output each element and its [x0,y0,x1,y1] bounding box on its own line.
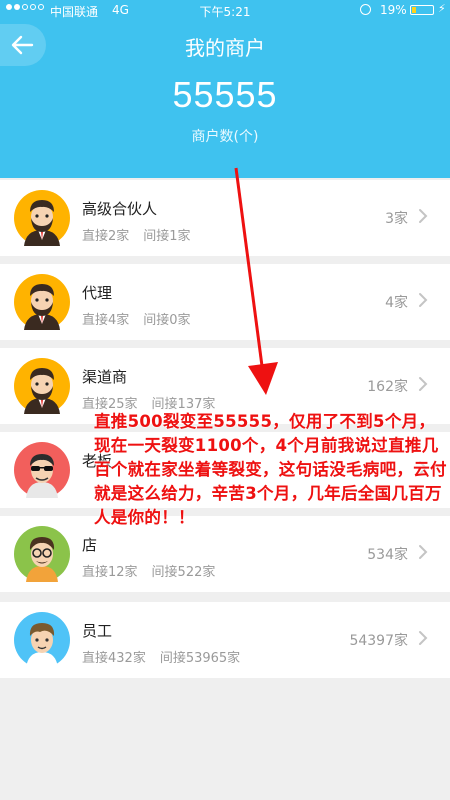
direct-count: 直接4家 [82,313,130,328]
employee-avatar-icon [14,612,70,668]
merchant-level-name: 店 [82,536,98,554]
indirect-count: 间接53965家 [159,651,241,666]
merchant-level-name: 高级合伙人 [82,200,158,218]
charging-icon: ⚡ [438,2,446,15]
total-merchant-count: 55555 [172,74,278,115]
businessman-avatar-icon [14,274,70,330]
glasses-avatar-icon [14,526,70,582]
merchant-total-count: 4家 [385,295,408,311]
total-merchant-label: 商户数(个) [191,129,259,145]
status-bar: 中国联通 4G 下午5:21 19% ⚡ [0,0,450,22]
merchant-level-name: 员工 [82,622,113,640]
merchant-level-name: 渠道商 [82,368,128,386]
merchant-breakdown: 直接12家 间接522家 [82,561,215,580]
direct-count: 直接12家 [82,565,138,580]
header: 中国联通 4G 下午5:21 19% ⚡ 我的商户 55555 商户数(个) [0,0,450,178]
sunglasses-avatar-icon [14,442,70,498]
chevron-right-icon [419,293,428,307]
merchant-total-count: 534家 [367,547,408,563]
direct-count: 直接432家 [82,651,146,666]
businessman-avatar-icon [14,190,70,246]
indirect-count: 间接1家 [143,229,191,244]
battery-percent: 19% [380,3,407,17]
rotation-lock-icon [360,4,371,15]
direct-count: 直接2家 [82,229,130,244]
merchant-row[interactable]: 员工直接432家 间接53965家 54397家 [0,602,450,678]
merchant-breakdown: 直接4家 间接0家 [82,309,191,328]
merchant-total-count: 54397家 [349,633,408,649]
indirect-count: 间接522家 [151,565,216,580]
annotation-text: 直推500裂变至55555，仅用了不到5个月，现在一天裂变1100个，4个月前我… [94,412,447,527]
merchant-total-count: 3家 [385,211,408,227]
merchant-total-count: 162家 [367,379,408,395]
merchant-breakdown: 直接2家 间接1家 [82,225,191,244]
chevron-right-icon [419,631,428,645]
battery-level-fill [412,7,416,13]
indirect-count: 间接0家 [143,313,191,328]
merchant-breakdown: 直接432家 间接53965家 [82,647,240,666]
battery-icon [410,5,434,15]
businessman-avatar-icon [14,358,70,414]
merchant-level-name: 代理 [82,284,113,302]
chevron-right-icon [419,377,428,391]
chevron-right-icon [419,545,428,559]
merchant-row[interactable]: 高级合伙人直接2家 间接1家 3家 [0,180,450,256]
chevron-right-icon [419,209,428,223]
page-title: 我的商户 [185,36,265,60]
merchant-row[interactable]: 代理直接4家 间接0家 4家 [0,264,450,340]
